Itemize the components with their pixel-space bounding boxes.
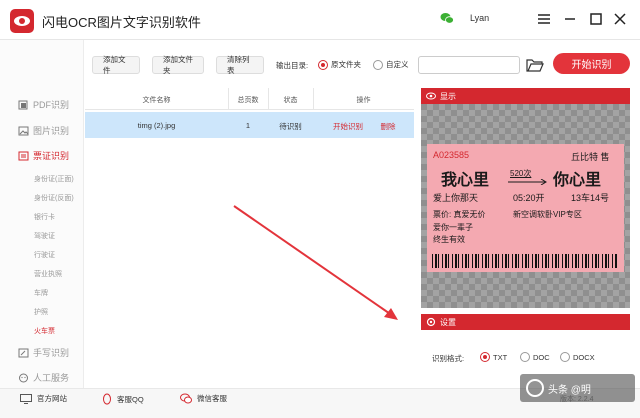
radio-format-txt[interactable]: TXT — [480, 352, 507, 362]
image-icon — [18, 126, 29, 135]
gear-icon — [426, 317, 436, 327]
eye-icon — [426, 92, 436, 100]
ticket-icon — [18, 151, 29, 160]
website-link[interactable]: 官方网站 — [20, 393, 67, 404]
watermark: 头条 @明 — [520, 374, 635, 402]
monitor-icon — [20, 393, 32, 404]
minimize-icon[interactable] — [562, 11, 578, 27]
ticket-to: 你心里 — [553, 172, 602, 189]
radio-source-folder[interactable]: 原文件夹 — [318, 59, 361, 70]
table-row[interactable]: timg (2).jpg 1 待识别 开始识别 删除 — [85, 112, 414, 138]
sidebar-item-image[interactable]: 图片识别 — [18, 124, 69, 137]
radio-dot — [480, 352, 490, 362]
format-label: 识别格式: — [432, 354, 465, 363]
handwriting-icon — [18, 348, 29, 357]
subitem-plate[interactable]: 车牌 — [34, 288, 48, 298]
col-status: 状态 — [283, 97, 298, 104]
user-name[interactable]: Lyan — [470, 13, 489, 23]
file-table-header: 文件名称 总页数 状态 操作 — [85, 88, 414, 110]
barcode — [432, 254, 618, 268]
qq-icon — [103, 393, 111, 405]
ticket-from: 我心里 — [441, 172, 490, 189]
ticket-office: 丘比特 售 — [571, 152, 610, 162]
ticket-class: 新空调软卧VIP专区 — [513, 210, 582, 219]
pages-cell: 1 — [245, 121, 251, 130]
arrow-icon — [508, 179, 547, 185]
delete-row-link[interactable]: 删除 — [375, 121, 401, 132]
radio-format-doc[interactable]: DOC — [520, 352, 550, 362]
ticket-code: A023585 — [433, 150, 470, 160]
col-actions: 操作 — [356, 97, 371, 104]
pdf-icon — [18, 100, 28, 109]
clear-list-button[interactable]: 清除列表 — [216, 55, 264, 75]
radio-dot — [373, 59, 383, 70]
start-row-link[interactable]: 开始识别 — [323, 121, 373, 132]
wechat-support-link[interactable]: 微信客服 — [180, 393, 227, 404]
ticket-line4: 终生有效 — [433, 235, 465, 244]
subitem-train-ticket[interactable]: 火车票 — [34, 326, 55, 336]
folder-open-icon[interactable] — [526, 58, 544, 72]
start-recognition-button[interactable]: 开始识别 — [553, 53, 630, 74]
watermark-logo-icon — [526, 379, 544, 397]
radio-dot — [520, 352, 530, 362]
ticket-price: 票价: 真爱无价 — [433, 210, 486, 219]
file-name-cell: timg (2).jpg — [137, 121, 176, 130]
app-logo-icon — [10, 9, 34, 33]
subitem-passport[interactable]: 护照 — [34, 307, 48, 317]
subitem-business-license[interactable]: 营业执照 — [34, 269, 62, 279]
subitem-bank-card[interactable]: 银行卡 — [34, 212, 55, 222]
col-file-name: 文件名称 — [142, 97, 171, 104]
wechat-small-icon — [180, 393, 192, 404]
col-pages: 总页数 — [237, 97, 259, 104]
add-folder-button[interactable]: 添加文件夹 — [152, 55, 204, 75]
subitem-driver-license[interactable]: 驾驶证 — [34, 231, 55, 241]
ticket-seat: 13车14号 — [571, 193, 610, 203]
sidebar-item-ticket[interactable]: 票证识别 — [18, 149, 69, 162]
maximize-icon[interactable] — [588, 11, 604, 27]
app-title: 闪电OCR图片文字识别软件 — [42, 15, 201, 30]
add-file-button[interactable]: 添加文件 — [92, 55, 140, 75]
status-cell: 待识别 — [279, 122, 302, 131]
subitem-id-front[interactable]: 身份证(正面) — [34, 174, 74, 184]
sidebar-item-pdf[interactable]: PDF识别 — [18, 98, 69, 111]
ticket-train: 520次 — [510, 169, 532, 178]
ticket-date: 爱上你那天 — [433, 193, 479, 203]
subitem-id-back[interactable]: 身份证(反面) — [34, 193, 74, 203]
close-icon[interactable] — [612, 11, 628, 27]
annotation-arrow — [233, 205, 398, 320]
output-path-input[interactable] — [418, 56, 520, 74]
preview-panel-header: 显示 — [421, 88, 630, 104]
subitem-vehicle-license[interactable]: 行驶证 — [34, 250, 55, 260]
service-icon — [19, 373, 28, 382]
menu-icon[interactable] — [536, 11, 552, 27]
settings-panel-header: 设置 — [421, 314, 630, 330]
radio-custom-folder[interactable]: 自定义 — [373, 59, 409, 70]
sidebar-item-service[interactable]: 人工服务 — [18, 371, 69, 384]
qq-support-link[interactable]: 客服QQ — [102, 393, 144, 405]
ticket-time: 05:20开 — [513, 193, 545, 203]
radio-dot — [560, 352, 570, 362]
radio-dot — [318, 59, 328, 70]
wechat-icon[interactable] — [440, 12, 454, 25]
sidebar-item-handwriting[interactable]: 手写识别 — [18, 346, 69, 359]
ticket-image: A023585 丘比特 售 我心里 520次 你心里 爱上你那天 05:20开 … — [427, 144, 624, 272]
output-dir-label: 输出目录: — [276, 61, 309, 70]
ticket-line3: 爱你一辈子 — [433, 223, 473, 232]
radio-format-docx[interactable]: DOCX — [560, 352, 595, 362]
